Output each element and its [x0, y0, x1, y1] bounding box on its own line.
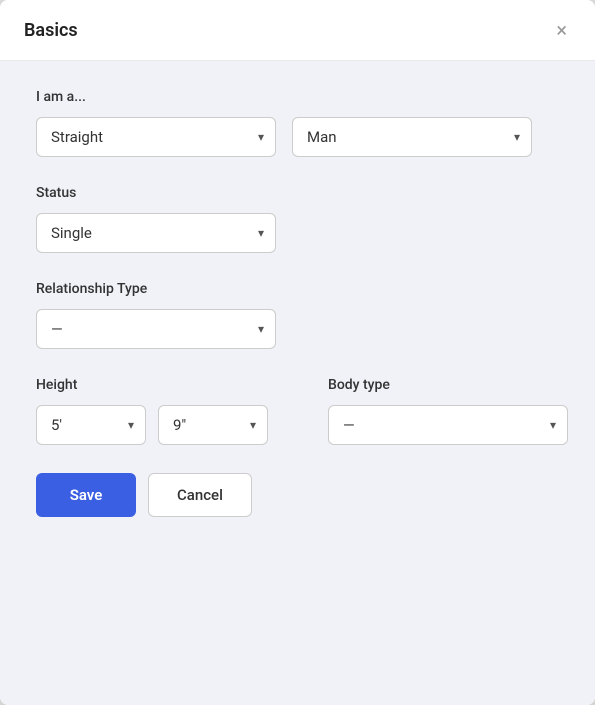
status-row: Single Dating Married In a relationship … [36, 213, 559, 253]
status-label: Status [36, 185, 559, 201]
orientation-section: I am a... Straight Gay Bisexual Other ▾ … [36, 89, 559, 157]
height-in-select-wrapper: 0" 1" 2" 3" 4" 5" 6" 7" 8" 9" 10" 11" [158, 405, 268, 445]
status-section: Status Single Dating Married In a relati… [36, 185, 559, 253]
relationship-section: Relationship Type — Monogamy Polygamy Op… [36, 281, 559, 349]
close-button[interactable]: × [552, 16, 571, 44]
height-ft-select-wrapper: 4' 5' 6' 7' ▾ [36, 405, 146, 445]
save-button[interactable]: Save [36, 473, 136, 517]
modal-title: Basics [24, 20, 78, 41]
orientation-row: Straight Gay Bisexual Other ▾ Man Woman … [36, 117, 559, 157]
body-type-label: Body type [328, 377, 568, 393]
orientation-label: I am a... [36, 89, 559, 105]
height-body-section: Height 4' 5' 6' 7' ▾ 0" [36, 377, 559, 445]
height-label: Height [36, 377, 268, 393]
height-section: Height 4' 5' 6' 7' ▾ 0" [36, 377, 268, 445]
relationship-select[interactable]: — Monogamy Polygamy Open relationship [36, 309, 276, 349]
status-select[interactable]: Single Dating Married In a relationship [36, 213, 276, 253]
height-ft-select[interactable]: 4' 5' 6' 7' [36, 405, 146, 445]
cancel-button[interactable]: Cancel [148, 473, 252, 517]
gender-select[interactable]: Man Woman Non-binary Other [292, 117, 532, 157]
relationship-label: Relationship Type [36, 281, 559, 297]
modal-body: I am a... Straight Gay Bisexual Other ▾ … [0, 61, 595, 705]
modal-header: Basics × [0, 0, 595, 61]
relationship-row: — Monogamy Polygamy Open relationship ▾ [36, 309, 559, 349]
body-type-section: Body type — Slim Athletic Average Curvy … [328, 377, 568, 445]
close-icon: × [556, 18, 567, 42]
orientation-select-wrapper: Straight Gay Bisexual Other ▾ [36, 117, 276, 157]
body-type-select[interactable]: — Slim Athletic Average Curvy Full/Large [328, 405, 568, 445]
relationship-select-wrapper: — Monogamy Polygamy Open relationship ▾ [36, 309, 276, 349]
height-inputs: 4' 5' 6' 7' ▾ 0" 1" 2" 3" 4" [36, 405, 268, 445]
gender-select-wrapper: Man Woman Non-binary Other ▾ [292, 117, 532, 157]
orientation-select[interactable]: Straight Gay Bisexual Other [36, 117, 276, 157]
body-type-select-wrapper: — Slim Athletic Average Curvy Full/Large… [328, 405, 568, 445]
footer-buttons: Save Cancel [36, 473, 559, 517]
modal: Basics × I am a... Straight Gay Bisexual… [0, 0, 595, 705]
height-in-select[interactable]: 0" 1" 2" 3" 4" 5" 6" 7" 8" 9" 10" 11" [158, 405, 268, 445]
status-select-wrapper: Single Dating Married In a relationship … [36, 213, 276, 253]
